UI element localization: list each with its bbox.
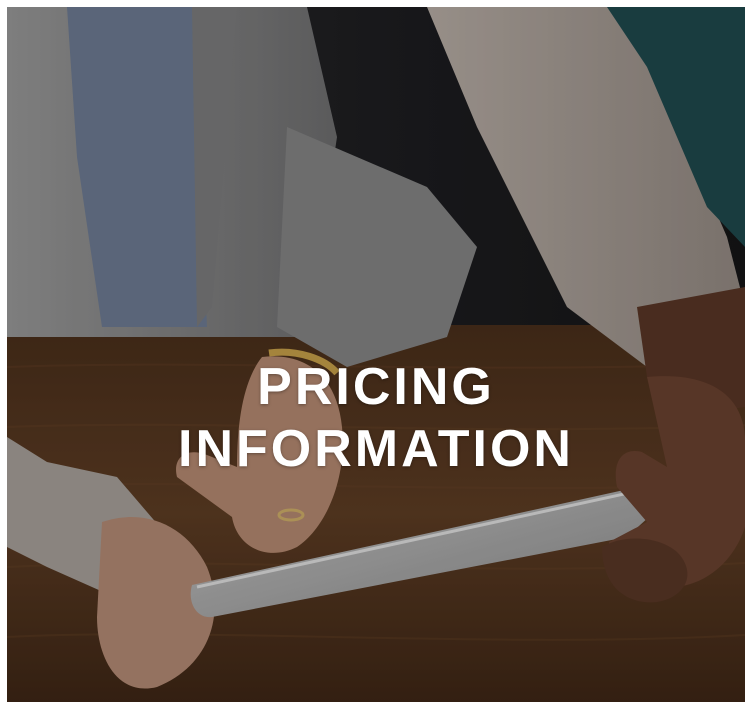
card-title-line-1: PRICING <box>257 358 495 417</box>
image-dark-overlay <box>7 7 745 702</box>
card-title-line-2: INFORMATION <box>178 420 574 479</box>
card-title: PRICING INFORMATION <box>7 356 745 480</box>
pricing-information-card[interactable]: PRICING INFORMATION <box>7 7 745 702</box>
